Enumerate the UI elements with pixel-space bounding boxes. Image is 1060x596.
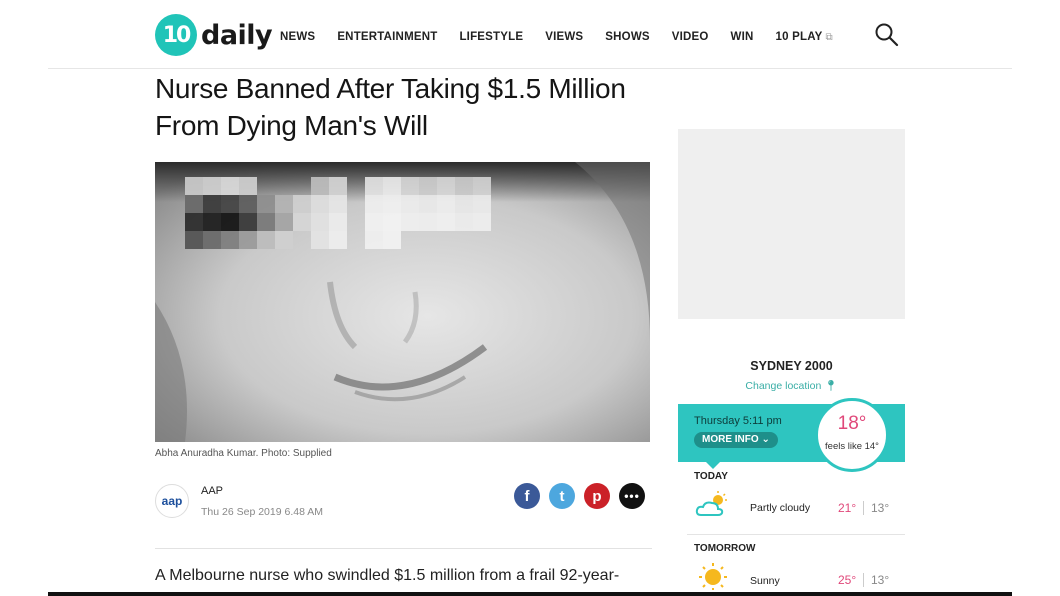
site-header: 10 daily NEWS ENTERTAINMENT LIFESTYLE VI… [48, 0, 1012, 69]
page-margin-left [0, 0, 48, 596]
headline-line-1: Nurse Banned After Taking $1.5 Million [155, 73, 626, 104]
forecast-rule [687, 534, 905, 535]
forecast-max-tomorrow: 25° [838, 573, 857, 587]
main-nav: NEWS ENTERTAINMENT LIFESTYLE VIEWS SHOWS… [280, 31, 833, 43]
external-link-icon: ⧉ [825, 32, 833, 43]
nav-item-news[interactable]: NEWS [280, 31, 315, 43]
author-logo[interactable]: aap [155, 484, 189, 518]
weather-day-time: Thursday 5:11 pm [694, 415, 782, 427]
site-logo[interactable]: 10 daily [155, 14, 273, 56]
article-body-first-line: A Melbourne nurse who swindled $1.5 mill… [155, 567, 620, 584]
twitter-share-button[interactable]: t [549, 483, 575, 509]
bottom-edge-right [1012, 592, 1060, 596]
forecast-sep-today [863, 501, 864, 515]
more-info-button[interactable]: MORE INFO ⌄ [694, 432, 778, 448]
forecast-max-today: 21° [838, 501, 857, 515]
author-name[interactable]: AAP [201, 485, 223, 497]
nav-item-shows[interactable]: SHOWS [605, 31, 649, 43]
forecast-desc-tomorrow: Sunny [750, 575, 780, 587]
current-temp-circle: 18° feels like 14° [815, 398, 889, 472]
nav-item-10-play[interactable]: 10 PLAY ⧉ [776, 31, 833, 43]
forecast-label-tomorrow: TOMORROW [694, 543, 756, 554]
change-location-label: Change location [745, 380, 822, 392]
search-icon[interactable] [874, 22, 900, 48]
bottom-edge-bar [48, 592, 1012, 596]
nav-item-lifestyle[interactable]: LIFESTYLE [459, 31, 523, 43]
current-temp: 18° [837, 413, 867, 434]
forecast-min-tomorrow: 13° [871, 573, 890, 587]
forecast-sep-tomorrow [863, 573, 864, 587]
nav-item-10-play-label: 10 PLAY [775, 31, 823, 43]
forecast-min-today: 13° [871, 501, 890, 515]
forecast-label-today: TODAY [694, 471, 728, 482]
hero-image [155, 162, 650, 442]
nav-item-entertainment[interactable]: ENTERTAINMENT [337, 31, 437, 43]
headline-line-2: From Dying Man's Will [155, 110, 428, 141]
more-share-button[interactable]: ••• [619, 483, 645, 509]
nav-item-views[interactable]: VIEWS [545, 31, 583, 43]
twitter-icon: t [559, 487, 565, 505]
advertisement-placeholder [678, 129, 905, 319]
more-icon: ••• [624, 489, 640, 503]
change-location-link[interactable]: Change location 📍︎ [678, 379, 905, 392]
location-pin-icon: 📍︎ [824, 380, 838, 392]
weather-city: SYDNEY 2000 [750, 359, 833, 373]
band-pointer [706, 462, 720, 469]
facebook-share-button[interactable]: f [514, 483, 540, 509]
hero-photo [155, 162, 650, 442]
publish-date: Thu 26 Sep 2019 6.48 AM [201, 506, 324, 518]
logo-text: daily [201, 19, 273, 51]
sunny-icon [699, 563, 727, 590]
partly-cloudy-icon [695, 491, 727, 516]
nav-item-video[interactable]: VIDEO [672, 31, 709, 43]
feels-like: feels like 14° [825, 441, 879, 452]
chevron-down-icon: ⌄ [761, 434, 770, 445]
pinterest-share-button[interactable]: p [584, 483, 610, 509]
image-caption: Abha Anuradha Kumar. Photo: Supplied [155, 448, 332, 459]
article-headline: Nurse Banned After Taking $1.5 Million F… [155, 70, 675, 144]
more-info-label: MORE INFO [702, 434, 759, 445]
forecast-desc-today: Partly cloudy [750, 502, 811, 514]
nav-item-win[interactable]: WIN [731, 31, 754, 43]
logo-mark: 10 [155, 14, 197, 56]
facebook-icon: f [524, 487, 530, 505]
pinterest-icon: p [592, 487, 602, 505]
article-divider [155, 548, 652, 549]
